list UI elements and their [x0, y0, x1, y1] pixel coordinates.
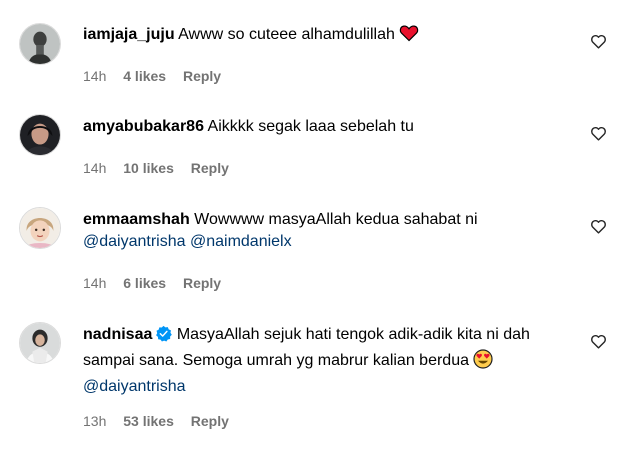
reply-button[interactable]: Reply [191, 413, 229, 429]
avatar-photo-icon [20, 208, 60, 248]
comment-text: iamjaja_juju Awww so cuteee alhamdulilla… [83, 23, 583, 50]
avatar[interactable] [19, 322, 61, 364]
heart-eyes-emoji-icon [473, 349, 493, 376]
comment-time[interactable]: 14h [83, 68, 106, 84]
comment-text: amyabubakar86 Aikkkk segak laaa sebelah … [83, 116, 583, 138]
comment-text: emmaamshah Wowwww masyaAllah kedua sahab… [83, 209, 583, 253]
comment-likes[interactable]: 6 likes [123, 275, 166, 291]
comment-body: Aikkkk segak laaa sebelah tu [207, 118, 414, 135]
comment-time[interactable]: 14h [83, 160, 106, 176]
comment-username[interactable]: amyabubakar86 [83, 118, 204, 135]
comment-body: Awww so cuteee alhamdulillah [178, 26, 395, 43]
comment-username[interactable]: nadnisaa [83, 326, 152, 343]
avatar[interactable] [19, 114, 61, 156]
like-heart-icon[interactable] [590, 125, 607, 142]
comment-time[interactable]: 13h [83, 413, 106, 429]
like-heart-icon[interactable] [590, 218, 607, 235]
mention-link[interactable]: @daiyantrisha [83, 378, 186, 395]
verified-badge-icon [155, 325, 173, 349]
avatar-photo-icon [20, 115, 60, 155]
comment-time[interactable]: 14h [83, 275, 106, 291]
comment-meta: 14h 6 likes Reply [83, 274, 234, 292]
avatar[interactable] [19, 23, 61, 65]
comment-text: nadnisaa MasyaAllah sejuk hati tengok ad… [83, 324, 583, 398]
comment-meta: 14h 10 likes Reply [83, 159, 242, 177]
comment-likes[interactable]: 10 likes [123, 160, 174, 176]
reply-button[interactable]: Reply [191, 160, 229, 176]
like-heart-icon[interactable] [590, 333, 607, 350]
avatar-photo-icon [20, 24, 60, 64]
comment-meta: 14h 4 likes Reply [83, 67, 234, 85]
comment-meta: 13h 53 likes Reply [83, 412, 242, 430]
comment-list: iamjaja_juju Awww so cuteee alhamdulilla… [0, 0, 624, 457]
reply-button[interactable]: Reply [183, 275, 221, 291]
mention-link[interactable]: @naimdanielx [190, 233, 292, 250]
mention-link[interactable]: @daiyantrisha [83, 233, 186, 250]
comment-likes[interactable]: 4 likes [123, 68, 166, 84]
comment-username[interactable]: iamjaja_juju [83, 26, 175, 43]
like-heart-icon[interactable] [590, 33, 607, 50]
comment-likes[interactable]: 53 likes [123, 413, 174, 429]
avatar-photo-icon [20, 323, 60, 363]
comment-body: Wowwww masyaAllah kedua sahabat ni [194, 211, 478, 228]
comment-username[interactable]: emmaamshah [83, 211, 190, 228]
red-heart-emoji-icon [399, 23, 419, 50]
avatar[interactable] [19, 207, 61, 249]
reply-button[interactable]: Reply [183, 68, 221, 84]
